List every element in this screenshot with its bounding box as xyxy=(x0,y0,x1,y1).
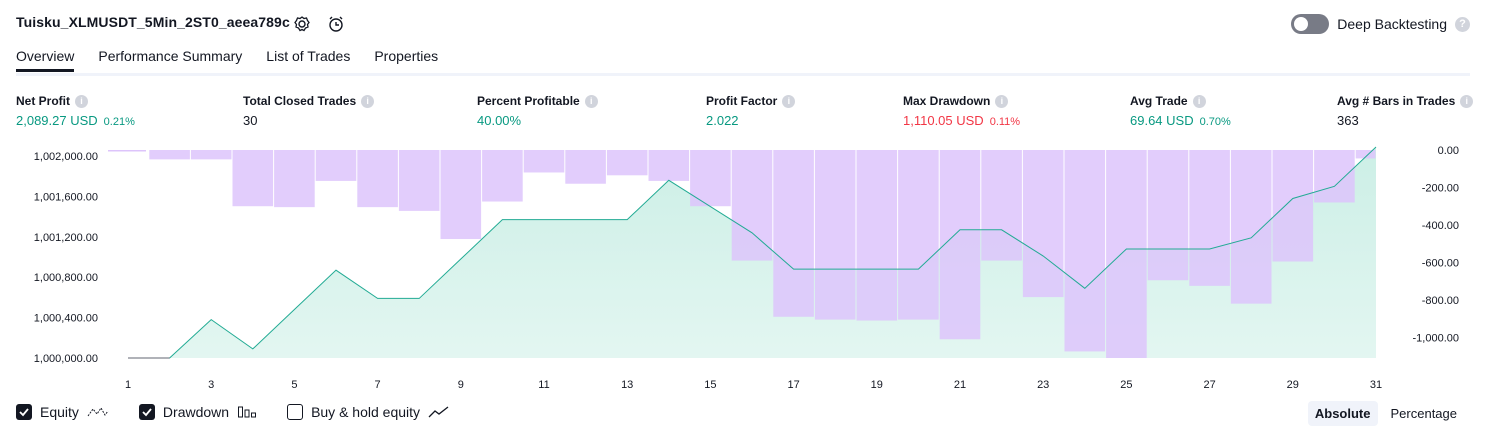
x-tick-label: 5 xyxy=(291,379,297,391)
x-tick-label: 23 xyxy=(1037,379,1049,391)
checkbox-checked-icon[interactable] xyxy=(16,404,32,420)
x-tick-label: 27 xyxy=(1203,379,1215,391)
checkbox-unchecked-icon[interactable] xyxy=(287,404,304,420)
drawdown-bar xyxy=(149,150,190,160)
drawdown-bar xyxy=(856,150,898,321)
x-tick-label: 1 xyxy=(125,379,131,391)
chart-legend: Equity Drawdown Buy & hold equity xyxy=(16,404,480,420)
y-tick-label: 1,000,800.00 xyxy=(34,272,98,284)
y-tick-label: 1,001,600.00 xyxy=(34,191,98,203)
y-tick-label: -600.00 xyxy=(1422,257,1459,269)
drawdown-bar xyxy=(1064,150,1106,352)
x-axis: 1 3 5 7 9 11 13 15 17 19 21 23 25 27 29 31 xyxy=(125,379,1382,391)
bar-chart-icon xyxy=(238,406,257,418)
drawdown-toggle[interactable]: Drawdown xyxy=(138,404,257,420)
y-tick-label: 1,002,000.00 xyxy=(34,151,98,163)
drawdown-bar xyxy=(1147,150,1189,281)
drawdown-bar xyxy=(232,150,274,207)
drawdown-bar xyxy=(315,150,357,181)
drawdown-bar xyxy=(398,150,440,211)
x-tick-label: 3 xyxy=(208,379,214,391)
percentage-button[interactable]: Percentage xyxy=(1384,401,1465,426)
y-tick-label: -1,000.00 xyxy=(1413,332,1459,344)
y-tick-label: 1,001,200.00 xyxy=(34,232,98,244)
left-axis: 1,000,000.00 1,000,400.00 1,000,800.00 1,00… xyxy=(34,151,98,365)
equity-drawdown-chart: 1,000,000.00 1,000,400.00 1,000,800.00 1,00… xyxy=(34,145,1459,391)
legend-label: Drawdown xyxy=(162,404,230,420)
line-chart-icon xyxy=(428,406,449,418)
x-tick-label: 9 xyxy=(458,379,464,391)
drawdown-bar xyxy=(648,150,690,181)
drawdown-bar xyxy=(108,150,146,152)
y-tick-label: -200.00 xyxy=(1422,182,1459,194)
drawdown-bar xyxy=(1106,150,1147,358)
equity-wave-icon xyxy=(87,407,109,417)
scale-mode-switch: Absolute Percentage xyxy=(1307,401,1465,426)
drawdown-bar xyxy=(482,150,523,202)
x-tick-label: 13 xyxy=(621,379,633,391)
x-tick-label: 7 xyxy=(375,379,381,391)
drawdown-bar xyxy=(1189,150,1230,286)
right-axis: 0.00 -200.00 -400.00 -600.00 -800.00 -1,000.0… xyxy=(1413,145,1459,344)
y-tick-label: 1,000,000.00 xyxy=(34,353,98,365)
absolute-button[interactable]: Absolute xyxy=(1307,401,1378,426)
drawdown-bar xyxy=(773,150,814,317)
x-tick-label: 19 xyxy=(871,379,883,391)
legend-label: Buy & hold equity xyxy=(311,404,421,420)
checkbox-checked-icon[interactable] xyxy=(138,404,155,420)
drawdown-bar xyxy=(814,150,856,320)
drawdown-bar xyxy=(565,150,606,184)
x-tick-label: 11 xyxy=(538,379,549,391)
drawdown-bar xyxy=(1230,150,1272,304)
drawdown-bar xyxy=(606,150,648,176)
drawdown-bar xyxy=(274,150,315,208)
x-tick-label: 29 xyxy=(1287,379,1299,391)
x-tick-label: 25 xyxy=(1120,379,1132,391)
drawdown-bar xyxy=(1272,150,1314,262)
buy-hold-toggle[interactable]: Buy & hold equity xyxy=(287,404,450,420)
equity-toggle[interactable]: Equity xyxy=(16,404,109,420)
y-tick-label: 0.00 xyxy=(1438,145,1459,157)
y-tick-label: 1,000,400.00 xyxy=(34,313,98,325)
drawdown-bar xyxy=(523,150,565,173)
y-tick-label: -800.00 xyxy=(1422,295,1459,307)
x-tick-label: 15 xyxy=(704,379,716,391)
drawdown-bar xyxy=(1022,150,1064,298)
y-tick-label: -400.00 xyxy=(1422,220,1459,232)
drawdown-bar xyxy=(898,150,939,320)
x-tick-label: 21 xyxy=(954,379,966,391)
x-tick-label: 31 xyxy=(1370,379,1382,391)
drawdown-bar xyxy=(357,150,398,208)
x-tick-label: 17 xyxy=(787,379,799,391)
drawdown-bar xyxy=(440,150,482,240)
drawdown-bar xyxy=(981,150,1022,261)
legend-label: Equity xyxy=(40,404,79,420)
drawdown-bar xyxy=(1314,150,1355,203)
drawdown-bar xyxy=(731,150,773,261)
drawdown-bar xyxy=(939,150,981,340)
drawdown-bar xyxy=(190,150,232,160)
